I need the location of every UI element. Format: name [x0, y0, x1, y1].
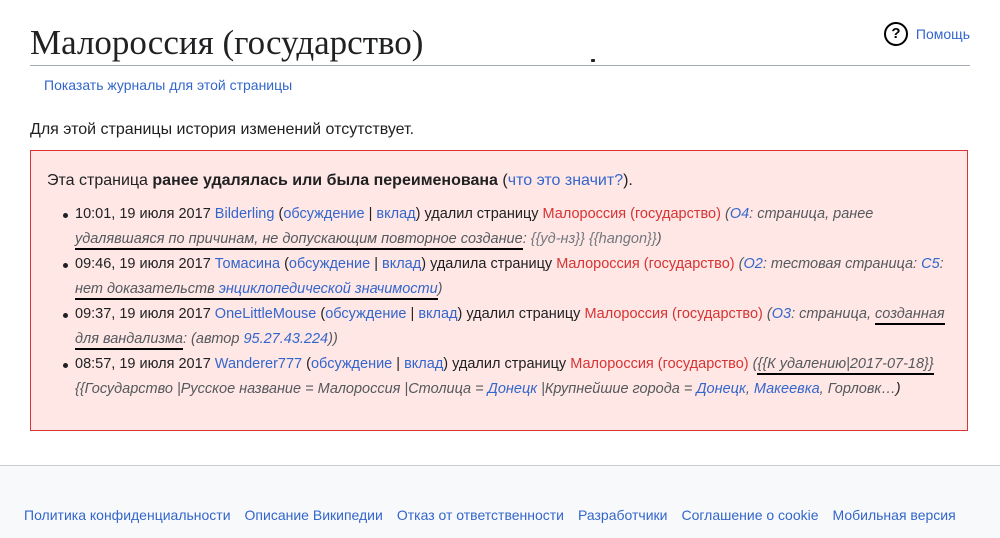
user-contribs-link[interactable]: вклад — [418, 306, 457, 322]
reason-text: : — [939, 256, 944, 272]
reason-text: , Горловк… — [819, 381, 896, 397]
deleted-page-link[interactable]: Малороссия (государство) — [556, 256, 734, 272]
reason-text: : страница, — [791, 306, 876, 322]
log-entry: 08:57, 19 июля 2017 Wanderer777 (обсужде… — [63, 352, 955, 402]
user-link[interactable]: OneLittleMouse — [215, 306, 317, 322]
link-separator: | — [370, 256, 382, 272]
footer-link-mobile[interactable]: Мобильная версия — [833, 507, 956, 523]
reason-templates: {{уд-нз}} {{hangon}} — [530, 231, 657, 247]
user-contribs-link[interactable]: вклад — [404, 356, 443, 372]
link-separator: | — [364, 206, 377, 222]
page-title: Малороссия (государство) — [30, 23, 424, 62]
reason-underlined: нет доказательств энциклопедической знач… — [75, 281, 438, 300]
log-timestamp: 09:46, 19 июля 2017 — [75, 256, 211, 272]
title-divider — [30, 65, 970, 66]
user-talk-link[interactable]: обсуждение — [283, 206, 364, 222]
intro-prefix: Эта страница — [47, 172, 153, 189]
reason-underlined: удалявшаяся по причинам, не допускающим … — [75, 231, 523, 250]
footer-link-disclaimer[interactable]: Отказ от ответственности — [397, 507, 564, 523]
reason-code-link[interactable]: О2 — [743, 256, 762, 272]
log-entry: 09:37, 19 июля 2017 OneLittleMouse (обсу… — [63, 302, 955, 352]
question-circle-icon: ? — [883, 22, 908, 46]
notability-link[interactable]: энциклопедической значимости — [219, 281, 438, 297]
reason-text: |Крупнейшие города = — [537, 381, 697, 397]
footer-link-cookie[interactable]: Соглашение о cookie — [681, 507, 818, 523]
comment-close: )) — [328, 331, 338, 347]
deletion-log-box: Эта страница ранее удалялась или была пе… — [30, 150, 968, 431]
log-action: удалил страницу — [466, 306, 581, 322]
comment-close: ) — [895, 381, 901, 397]
reason-code-link[interactable]: О4 — [730, 206, 749, 222]
no-history-message: Для этой страницы история изменений отсу… — [30, 121, 415, 138]
log-entry: 09:46, 19 июля 2017 Томасина (обсуждение… — [63, 252, 955, 302]
log-entry: 10:01, 19 июля 2017 Bilderling (обсужден… — [63, 202, 955, 252]
user-talk-link[interactable]: обсуждение — [325, 306, 406, 322]
user-talk-link[interactable]: обсуждение — [311, 356, 392, 372]
deleted-page-link[interactable]: Малороссия (государство) — [543, 206, 721, 222]
reason-underlined: {{К удалению|2017-07-18}} — [757, 356, 934, 375]
capital-link[interactable]: Донецк — [488, 381, 537, 397]
reason-text: : тестовая страница: — [762, 256, 922, 272]
log-timestamp: 10:01, 19 июля 2017 — [75, 206, 211, 222]
deleted-page-link[interactable]: Малороссия (государство) — [584, 306, 762, 322]
city-link[interactable]: Макеевка — [754, 381, 820, 397]
page: Малороссия (государство) ? Помощь Показа… — [0, 0, 1000, 465]
reason-text: : (автор — [183, 331, 244, 347]
deleted-page-link[interactable]: Малороссия (государство) — [570, 356, 748, 372]
user-talk-link[interactable]: обсуждение — [289, 256, 370, 272]
reason-text: : — [522, 231, 531, 247]
comment-close: ) — [437, 281, 443, 297]
user-link[interactable]: Wanderer777 — [215, 356, 302, 372]
help-label: Помощь — [915, 26, 970, 42]
reason-code-link[interactable]: О3 — [772, 306, 791, 322]
what-does-this-mean-link[interactable]: что это значит? — [508, 172, 623, 189]
footer-links: Политика конфиденциальности Описание Вик… — [24, 506, 970, 524]
footer-link-developers[interactable]: Разработчики — [578, 507, 667, 523]
link-separator: | — [406, 306, 419, 322]
show-logs-link[interactable]: Показать журналы для этой страницы — [44, 76, 292, 94]
log-action: удалил страницу — [424, 206, 539, 222]
reason-underlined-text: нет доказательств — [75, 281, 219, 297]
deletion-log-list: 10:01, 19 июля 2017 Bilderling (обсужден… — [63, 202, 955, 402]
reason-text: : страница, ранее — [749, 206, 874, 222]
user-contribs-link[interactable]: вклад — [382, 256, 421, 272]
intro-paren-open: ( — [497, 172, 508, 189]
log-action: удалил страницу — [452, 356, 567, 372]
reason-text: , — [745, 381, 754, 397]
city-link[interactable]: Донецк — [696, 381, 745, 397]
intro-bold: ранее удалялась или была переименована — [152, 172, 498, 189]
log-action: удалила страницу — [430, 256, 553, 272]
footer: Политика конфиденциальности Описание Вик… — [0, 465, 1000, 538]
reason-code-link[interactable]: С5 — [921, 256, 940, 272]
user-link[interactable]: Томасина — [215, 256, 280, 272]
log-timestamp: 08:57, 19 июля 2017 — [75, 356, 211, 372]
user-contribs-link[interactable]: вклад — [376, 206, 415, 222]
footer-link-privacy[interactable]: Политика конфиденциальности — [24, 507, 231, 523]
reason-text: {{Государство |Русское название = Малоро… — [75, 381, 488, 397]
link-separator: | — [392, 356, 405, 372]
footer-link-about[interactable]: Описание Википедии — [245, 507, 383, 523]
author-ip-link[interactable]: 95.27.43.224 — [243, 331, 328, 347]
user-link[interactable]: Bilderling — [215, 206, 275, 222]
log-timestamp: 09:37, 19 июля 2017 — [75, 306, 211, 322]
intro-paren-close: ). — [623, 172, 633, 189]
title-artifact — [591, 59, 595, 62]
help-link[interactable]: ? Помощь — [883, 22, 970, 46]
comment-close: ) — [656, 231, 662, 247]
deletion-log-intro: Эта страница ранее удалялась или была пе… — [47, 171, 633, 191]
